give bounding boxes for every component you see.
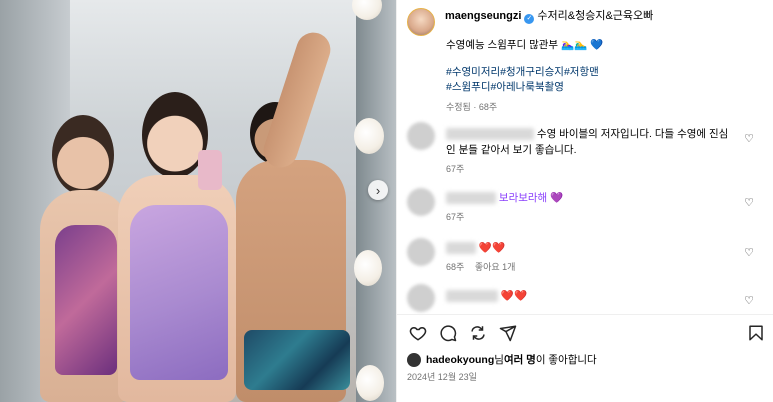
comment-username[interactable] xyxy=(446,242,476,255)
comment-age: 67주 xyxy=(446,164,465,174)
wall-background xyxy=(60,0,396,120)
vanity-bulb xyxy=(354,250,382,286)
vanity-bulb xyxy=(354,118,384,154)
comment-avatar[interactable] xyxy=(407,188,435,216)
person-right-swimtrunks xyxy=(244,330,350,390)
next-image-button[interactable]: › xyxy=(368,180,388,200)
post-meta: 수정됨 · 68주 xyxy=(446,102,498,112)
comment-likes[interactable]: 좋아요 1개 xyxy=(475,262,516,272)
person-left-swimsuit xyxy=(55,225,117,375)
comment-username[interactable] xyxy=(446,192,496,205)
hashtags-line-1[interactable]: #수영미저리#청개구리승지#저항맨 xyxy=(446,65,766,80)
post-caption: 수영예능 스윔푸디 많관부 🏊‍♀️🏊‍♂️ 💙 #수영미저리#청개구리승지#저… xyxy=(446,38,766,115)
likes-summary: hadeokyoung 님 여러 명이 좋아합니다 xyxy=(407,352,597,367)
caption-text: 수영예능 스윔푸디 많관부 🏊‍♀️🏊‍♂️ 💙 xyxy=(446,39,604,51)
send-icon[interactable] xyxy=(497,322,519,344)
person-left-head xyxy=(52,115,114,195)
comment-username[interactable] xyxy=(446,128,534,141)
comment-item: 보라보라해 💜 67주 ♡ xyxy=(407,188,762,228)
post-header: maengseungzi ✓ 수저리&청승지&근육오빠 xyxy=(407,8,653,36)
comment-avatar[interactable] xyxy=(407,238,435,266)
likes-tail: 이 좋아합니다 xyxy=(535,354,597,366)
liker-avatar[interactable] xyxy=(407,352,421,367)
comment-item: 수영 바이블의 저자입니다. 다들 수영에 진심인 분들 같아서 보기 좋습니다… xyxy=(407,122,762,180)
author-username[interactable]: maengseungzi xyxy=(445,10,521,22)
divider xyxy=(397,314,773,315)
coauthors[interactable]: 수저리&청승지&근육오빠 xyxy=(537,10,653,22)
heart-icon[interactable] xyxy=(407,322,429,344)
heart-icon[interactable]: ♡ xyxy=(744,132,754,145)
person-middle-swimsuit xyxy=(130,205,228,380)
comment-item: ❤️❤️ ♡ xyxy=(407,284,762,314)
likes-others[interactable]: 여러 명 xyxy=(504,352,536,367)
comment-age: 67주 xyxy=(446,212,465,222)
mirror-frame xyxy=(356,0,396,402)
vanity-bulb xyxy=(356,365,384,401)
share-icon[interactable] xyxy=(467,322,489,344)
phone xyxy=(198,150,222,190)
post-detail-panel: maengseungzi ✓ 수저리&청승지&근육오빠 수영예능 스윔푸디 많관부 … xyxy=(396,0,773,402)
heart-icon[interactable]: ♡ xyxy=(744,294,754,307)
liker-username[interactable]: hadeokyoung xyxy=(426,354,494,366)
author-avatar[interactable] xyxy=(407,8,435,36)
comment-avatar[interactable] xyxy=(407,122,435,150)
comment-icon[interactable] xyxy=(437,322,459,344)
post-image[interactable]: › xyxy=(0,0,396,402)
hashtags-line-2[interactable]: #스윔푸디#아레나룩북촬영 xyxy=(446,80,766,95)
comment-username[interactable] xyxy=(446,290,498,303)
chevron-right-icon: › xyxy=(375,182,381,198)
comment-text: 보라보라해 💜 xyxy=(498,192,564,204)
comment-avatar[interactable] xyxy=(407,284,435,312)
heart-icon[interactable]: ♡ xyxy=(744,196,754,209)
comment-text: ❤️❤️ xyxy=(478,242,506,254)
post-date: 2024년 12월 23일 xyxy=(407,372,477,382)
heart-icon[interactable]: ♡ xyxy=(744,246,754,259)
action-bar xyxy=(407,322,767,344)
comment-text: ❤️❤️ xyxy=(500,290,528,302)
comment-age: 68주 xyxy=(446,262,465,272)
comment-item: ❤️❤️ 68주 좋아요 1개 ♡ xyxy=(407,238,762,278)
bookmark-icon[interactable] xyxy=(745,322,767,344)
verified-badge-icon: ✓ xyxy=(524,14,535,24)
likes-suffix: 님 xyxy=(494,354,504,366)
